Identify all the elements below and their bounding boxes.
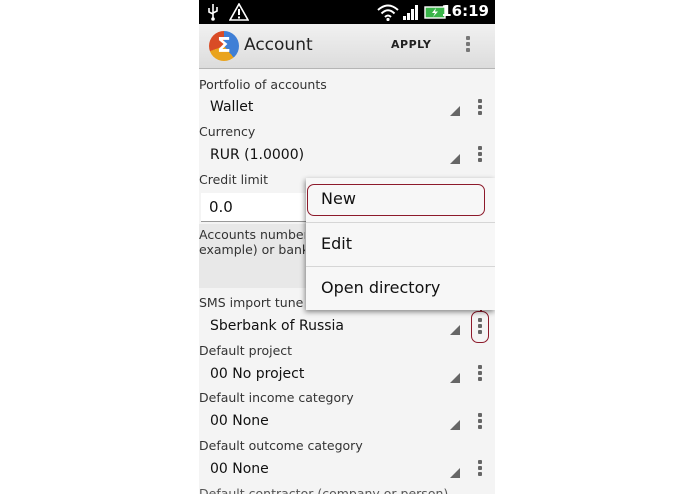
annotation-highlight [307, 184, 485, 216]
overflow-menu-icon[interactable] [465, 35, 471, 57]
usb-icon [208, 4, 218, 21]
default-outcome-label: Default outcome category [199, 438, 363, 453]
page-title: Account [244, 35, 313, 55]
default-project-more-icon[interactable] [477, 364, 483, 384]
spinner-arrow-icon [450, 325, 460, 335]
default-outcome-more-icon[interactable] [477, 459, 483, 479]
portfolio-more-icon[interactable] [477, 98, 483, 118]
clock: 16:19 [441, 2, 489, 20]
status-bar: 16:19 [199, 0, 495, 24]
default-income-more-icon[interactable] [477, 412, 483, 432]
spinner-arrow-icon [450, 106, 460, 116]
spinner-arrow-icon [450, 420, 460, 430]
currency-more-icon[interactable] [477, 145, 483, 165]
warning-icon [229, 3, 249, 21]
phone-screen: 16:19 Σ Account APPLY Portfolio of accou… [199, 0, 495, 494]
action-bar: Σ Account APPLY [199, 24, 495, 69]
default-income-label: Default income category [199, 390, 354, 405]
default-project-spinner[interactable]: 00 No project [210, 366, 304, 382]
currency-label: Currency [199, 124, 256, 139]
wifi-icon [377, 4, 399, 21]
portfolio-spinner[interactable]: Wallet [210, 99, 253, 115]
currency-spinner[interactable]: RUR (1.0000) [210, 147, 304, 163]
menu-item-open-directory[interactable]: Open directory [306, 267, 495, 311]
credit-limit-value: 0.0 [209, 198, 233, 216]
sms-import-label: SMS import tune [199, 295, 304, 310]
menu-item-edit[interactable]: Edit [306, 223, 495, 267]
context-menu: New Edit Open directory [306, 178, 495, 310]
default-outcome-spinner[interactable]: 00 None [210, 461, 269, 477]
credit-limit-label: Credit limit [199, 172, 269, 187]
app-logo-icon: Σ [209, 31, 239, 61]
spinner-arrow-icon [450, 154, 460, 164]
apply-button[interactable]: APPLY [391, 38, 431, 51]
annotation-highlight [471, 311, 489, 343]
spinner-arrow-icon [450, 373, 460, 383]
signal-icon [403, 5, 418, 20]
default-project-label: Default project [199, 343, 293, 358]
sms-import-spinner[interactable]: Sberbank of Russia [210, 318, 344, 334]
portfolio-label: Portfolio of accounts [199, 77, 327, 92]
accounts-number-label: Accounts number o example) or bank S [199, 227, 305, 257]
spinner-arrow-icon [450, 468, 460, 478]
default-contractor-label: Default contractor (company or person) [199, 486, 449, 494]
default-income-spinner[interactable]: 00 None [210, 413, 269, 429]
